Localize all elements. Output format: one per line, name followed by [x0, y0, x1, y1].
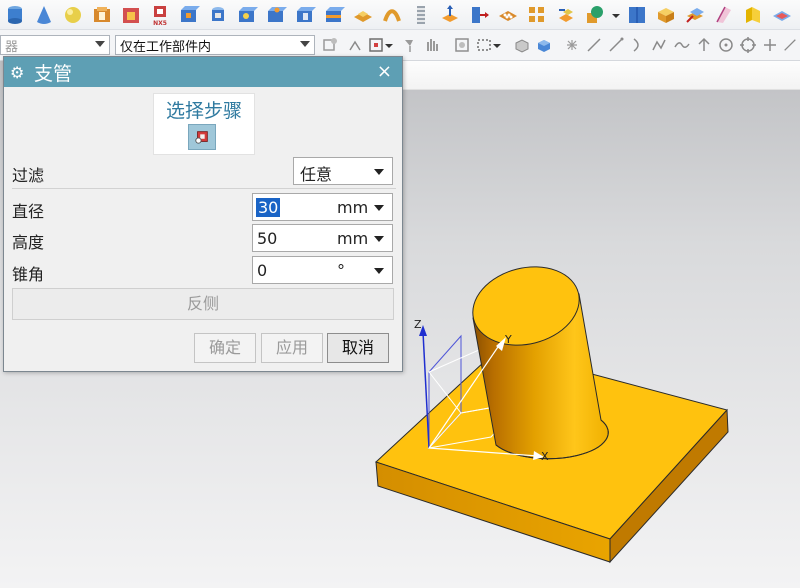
placement-face-step-icon[interactable]	[188, 124, 216, 150]
chevron-down-icon[interactable]	[374, 268, 384, 274]
chevron-down-icon[interactable]	[374, 236, 384, 242]
boss-dialog: ⚙ 支管 × 选择步骤 过滤 任意 直径 30 mm 高度 50 mm 锥角 0…	[3, 56, 403, 372]
diameter-label: 直径	[12, 202, 45, 221]
filter-value: 任意	[300, 165, 333, 184]
cancel-button[interactable]: 取消	[327, 333, 389, 363]
gear-icon[interactable]: ⚙	[4, 63, 34, 82]
diameter-field[interactable]: 30 mm	[252, 193, 393, 221]
height-input[interactable]: 50	[257, 229, 277, 248]
apply-button[interactable]: 应用	[261, 333, 323, 363]
diameter-input[interactable]: 30	[256, 198, 281, 217]
chevron-down-icon	[374, 169, 384, 175]
dialog-title: 支管	[34, 62, 73, 85]
ok-button[interactable]: 确定	[194, 333, 256, 363]
reverse-side-button[interactable]: 反侧	[12, 288, 394, 320]
height-label: 高度	[12, 233, 45, 252]
y-axis-label: Y	[504, 333, 512, 346]
filter-select[interactable]: 任意	[293, 157, 393, 185]
z-axis-label: Z	[414, 318, 422, 331]
selection-steps: 选择步骤	[153, 93, 255, 155]
dialog-title-bar[interactable]: ⚙ 支管 ×	[4, 57, 402, 87]
taper-angle-label: 锥角	[12, 265, 45, 284]
selection-steps-label: 选择步骤	[165, 100, 242, 122]
diameter-unit[interactable]: mm	[337, 198, 367, 217]
taper-angle-input[interactable]: 0	[257, 261, 267, 280]
taper-angle-unit[interactable]: °	[337, 261, 367, 280]
chevron-down-icon[interactable]	[374, 205, 384, 211]
height-unit[interactable]: mm	[337, 229, 367, 248]
divider	[12, 188, 396, 189]
close-icon[interactable]: ×	[377, 61, 392, 82]
height-field[interactable]: 50 mm	[252, 224, 393, 252]
x-axis-label: X	[541, 450, 549, 463]
taper-angle-field[interactable]: 0 °	[252, 256, 393, 284]
filter-label: 过滤	[12, 166, 45, 185]
